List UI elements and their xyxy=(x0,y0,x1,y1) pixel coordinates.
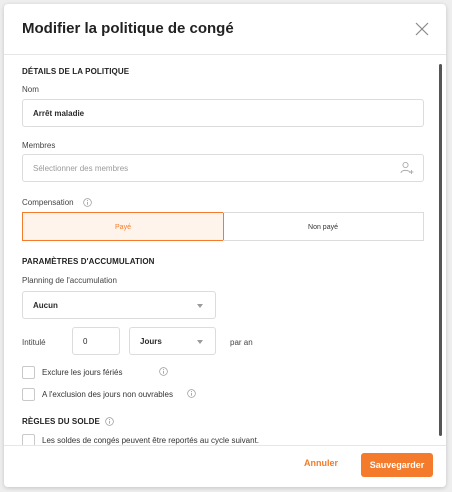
exclude-nonworking-checkbox[interactable] xyxy=(22,388,35,401)
info-icon xyxy=(83,198,92,207)
per-year-label: par an xyxy=(230,338,253,347)
close-icon[interactable] xyxy=(414,21,430,37)
unit-select[interactable]: Jours xyxy=(129,327,216,355)
dialog-footer: Annuler Sauvegarder xyxy=(4,445,446,487)
unit-value: Jours xyxy=(140,337,162,346)
chevron-down-icon xyxy=(197,304,203,308)
info-icon xyxy=(187,389,196,398)
chevron-down-icon xyxy=(197,340,203,344)
dialog-body: DÉTAILS DE LA POLITIQUE Nom Arrêt maladi… xyxy=(4,55,446,445)
interval-label: Intitulé xyxy=(22,338,46,347)
exclude-nonworking-label: A l'exclusion des jours non ouvrables xyxy=(42,390,173,399)
name-label: Nom xyxy=(22,85,39,94)
info-icon xyxy=(105,417,114,426)
members-label: Membres xyxy=(22,141,56,150)
exclude-holidays-label: Exclure les jours fériés xyxy=(42,368,123,377)
edit-leave-policy-dialog: Modifier la politique de congé DÉTAILS D… xyxy=(4,4,446,487)
compensation-unpaid-option[interactable]: Non payé xyxy=(223,212,424,241)
exclude-holidays-checkbox[interactable] xyxy=(22,366,35,379)
section-policy-details: DÉTAILS DE LA POLITIQUE xyxy=(22,67,130,76)
compensation-paid-option[interactable]: Payé xyxy=(22,212,224,241)
carryover-label: Les soldes de congés peuvent être report… xyxy=(42,436,260,445)
section-accrual-settings: PARAMÈTRES D'ACCUMULATION xyxy=(22,257,155,266)
accrual-schedule-label: Planning de l'accumulation xyxy=(22,276,117,285)
add-user-icon xyxy=(400,161,414,174)
info-icon xyxy=(159,367,168,376)
carryover-checkbox[interactable] xyxy=(22,434,35,445)
section-balance-rules: RÈGLES DU SOLDE xyxy=(22,417,100,426)
cancel-button[interactable]: Annuler xyxy=(304,458,338,468)
name-field[interactable]: Arrêt maladie xyxy=(22,99,424,127)
compensation-label: Compensation xyxy=(22,198,74,207)
dialog-header: Modifier la politique de congé xyxy=(4,4,446,55)
accrual-schedule-value: Aucun xyxy=(33,301,58,310)
interval-value: 0 xyxy=(83,337,88,346)
members-placeholder: Sélectionner des membres xyxy=(33,164,129,173)
accrual-schedule-select[interactable]: Aucun xyxy=(22,291,216,319)
interval-input[interactable]: 0 xyxy=(72,327,120,355)
scrollbar[interactable] xyxy=(439,64,442,436)
dialog-title: Modifier la politique de congé xyxy=(22,20,234,37)
members-select[interactable]: Sélectionner des membres xyxy=(22,154,424,182)
save-button[interactable]: Sauvegarder xyxy=(361,453,433,477)
name-value: Arrêt maladie xyxy=(33,109,85,118)
